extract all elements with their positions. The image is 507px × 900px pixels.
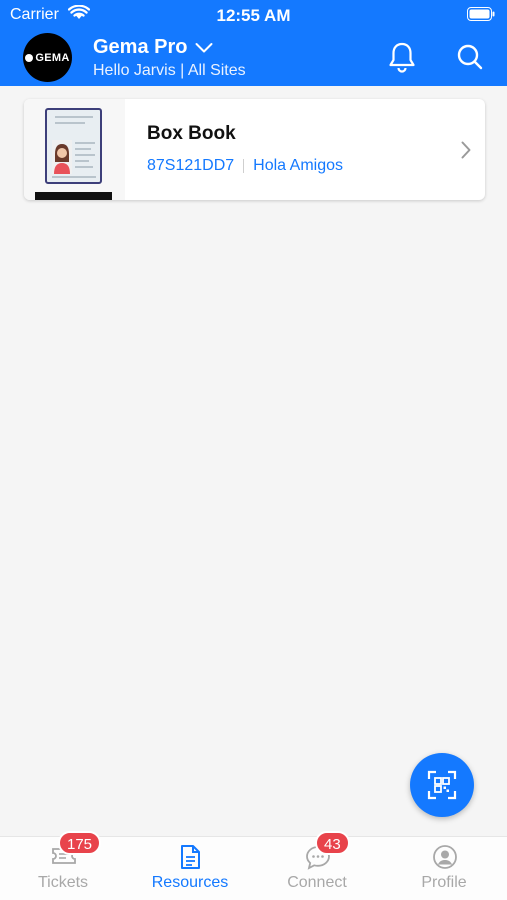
resource-code: 87S121DD7: [147, 157, 235, 174]
greeting-subtitle: Hello Jarvis | All Sites: [93, 62, 246, 79]
bottom-tab-bar: 175 Tickets Resources 43 Connect Profile: [0, 831, 507, 900]
battery-icon: [467, 7, 495, 26]
resource-meta: 87S121DD7 Hola Amigos: [147, 157, 343, 175]
document-icon: [178, 844, 202, 875]
tab-profile[interactable]: Profile: [381, 837, 507, 900]
tab-resources[interactable]: Resources: [127, 837, 253, 900]
site-switcher[interactable]: Gema Pro: [93, 36, 213, 59]
resource-thumbnail: [24, 99, 125, 200]
connect-badge: 43: [315, 831, 350, 855]
profile-icon: [432, 844, 458, 875]
header-bar: GEMA Gema Pro Hello Jarvis | All Sites: [0, 30, 507, 86]
app-header: Carrier 12:55 AM GEMA Gema Pro Hello Jar…: [0, 0, 507, 86]
tab-connect-label: Connect: [287, 874, 347, 891]
search-icon[interactable]: [456, 43, 484, 76]
tab-profile-label: Profile: [421, 874, 467, 891]
status-bar: Carrier 12:55 AM: [0, 0, 507, 30]
notifications-icon[interactable]: [387, 41, 417, 78]
resource-card[interactable]: Box Book 87S121DD7 Hola Amigos: [24, 99, 485, 200]
clock: 12:55 AM: [216, 6, 291, 25]
tab-resources-label: Resources: [151, 874, 229, 891]
passport-image: [45, 108, 102, 184]
logo-text: GEMA: [35, 51, 70, 64]
resource-site: Hola Amigos: [253, 157, 343, 174]
app-name: Gema Pro: [93, 36, 188, 58]
divider: [243, 159, 245, 173]
tab-tickets-label: Tickets: [37, 874, 89, 891]
resource-title: Box Book: [147, 123, 236, 144]
company-logo[interactable]: GEMA: [23, 33, 72, 82]
qr-scan-icon: [427, 770, 457, 800]
chevron-down-icon: [195, 42, 213, 52]
qr-scan-button[interactable]: [410, 753, 474, 817]
tickets-badge: 175: [58, 831, 102, 855]
tab-tickets[interactable]: 175 Tickets: [0, 831, 126, 900]
tab-connect[interactable]: 43 Connect: [254, 831, 380, 900]
chevron-right-icon: [461, 141, 471, 164]
